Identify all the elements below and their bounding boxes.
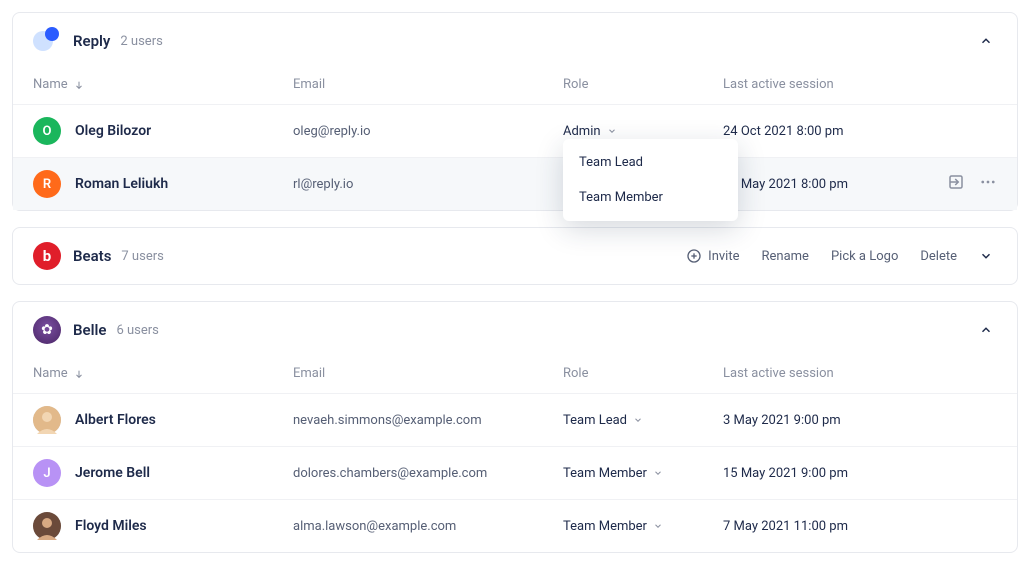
col-role[interactable]: Role <box>563 366 723 381</box>
collapse-button[interactable] <box>975 30 997 52</box>
table-row[interactable]: R Roman Leliukh rl@reply.io 15 May 2021 … <box>13 157 1017 210</box>
col-email[interactable]: Email <box>293 77 563 92</box>
user-last-active: 7 May 2021 11:00 pm <box>723 519 917 534</box>
chevron-down-icon <box>653 468 663 478</box>
chevron-down-icon <box>979 249 993 263</box>
rename-button[interactable]: Rename <box>762 249 809 264</box>
delete-button[interactable]: Delete <box>920 249 957 264</box>
role-select[interactable]: Team Member <box>563 466 723 481</box>
table-row[interactable]: Floyd Miles alma.lawson@example.com Team… <box>13 499 1017 552</box>
chevron-down-icon <box>607 126 617 136</box>
user-last-active: 15 May 2021 9:00 pm <box>723 466 917 481</box>
user-name: Oleg Bilozor <box>75 123 151 139</box>
column-headers: Name Email Role Last active session <box>13 69 1017 104</box>
chevron-down-icon <box>653 521 663 531</box>
col-email[interactable]: Email <box>293 366 563 381</box>
user-last-active: 24 Oct 2021 8:00 pm <box>723 124 917 139</box>
col-last[interactable]: Last active session <box>723 366 917 381</box>
chevron-down-icon <box>633 415 643 425</box>
user-last-active: 15 May 2021 8:00 pm <box>723 177 917 192</box>
table-row[interactable]: O Oleg Bilozor oleg@reply.io Admin 24 Oc… <box>13 104 1017 157</box>
team-title: Reply <box>73 32 110 50</box>
invite-button[interactable]: Invite <box>686 248 739 264</box>
chevron-up-icon <box>979 323 993 337</box>
user-name: Jerome Bell <box>75 465 150 481</box>
team-header[interactable]: ✿ Belle 6 users <box>13 302 1017 358</box>
sort-arrow-icon <box>74 80 84 90</box>
user-count: 2 users <box>120 34 162 49</box>
avatar: O <box>33 117 61 145</box>
avatar <box>33 512 61 540</box>
team-card-beats: b Beats 7 users Invite Rename Pick a Log… <box>12 227 1018 285</box>
avatar <box>33 406 61 434</box>
user-last-active: 3 May 2021 9:00 pm <box>723 413 917 428</box>
logo-beats: b <box>33 242 61 270</box>
team-title: Belle <box>73 321 106 339</box>
user-name: Albert Flores <box>75 412 156 428</box>
avatar: R <box>33 170 61 198</box>
user-email: rl@reply.io <box>293 177 563 192</box>
dropdown-item[interactable]: Team Member <box>563 180 738 215</box>
team-header[interactable]: Reply 2 users <box>13 13 1017 69</box>
user-email: dolores.chambers@example.com <box>293 466 563 481</box>
column-headers: Name Email Role Last active session <box>13 358 1017 393</box>
user-email: alma.lawson@example.com <box>293 519 563 534</box>
dropdown-item[interactable]: Team Lead <box>563 145 738 180</box>
user-count: 7 users <box>121 249 163 264</box>
collapse-button[interactable] <box>975 319 997 341</box>
sort-arrow-icon <box>74 369 84 379</box>
user-name: Roman Leliukh <box>75 176 168 192</box>
expand-button[interactable] <box>975 245 997 267</box>
col-last[interactable]: Last active session <box>723 77 917 92</box>
role-select[interactable]: Team Member <box>563 519 723 534</box>
team-card-belle: ✿ Belle 6 users Name Email Role Last act… <box>12 301 1018 553</box>
user-name: Floyd Miles <box>75 518 147 534</box>
user-email: nevaeh.simmons@example.com <box>293 413 563 428</box>
role-select[interactable]: Admin <box>563 124 723 139</box>
team-title: Beats <box>73 247 111 265</box>
col-name[interactable]: Name <box>33 366 293 381</box>
team-card-reply: Reply 2 users Name Email Role Last activ… <box>12 12 1018 211</box>
user-email: oleg@reply.io <box>293 124 563 139</box>
chevron-up-icon <box>979 34 993 48</box>
open-icon[interactable] <box>947 173 965 195</box>
team-header[interactable]: b Beats 7 users Invite Rename Pick a Log… <box>13 228 1017 284</box>
col-name[interactable]: Name <box>33 77 293 92</box>
role-select[interactable]: Team Lead <box>563 413 723 428</box>
pick-logo-button[interactable]: Pick a Logo <box>831 249 898 264</box>
role-dropdown: Team Lead Team Member <box>563 139 738 221</box>
logo-belle: ✿ <box>33 316 61 344</box>
more-icon[interactable] <box>979 173 997 195</box>
table-row[interactable]: J Jerome Bell dolores.chambers@example.c… <box>13 446 1017 499</box>
team-actions: Invite Rename Pick a Logo Delete <box>686 248 957 264</box>
plus-circle-icon <box>686 248 702 264</box>
table-row[interactable]: Albert Flores nevaeh.simmons@example.com… <box>13 393 1017 446</box>
col-role[interactable]: Role <box>563 77 723 92</box>
logo-reply <box>33 27 61 55</box>
user-count: 6 users <box>116 323 158 338</box>
avatar: J <box>33 459 61 487</box>
